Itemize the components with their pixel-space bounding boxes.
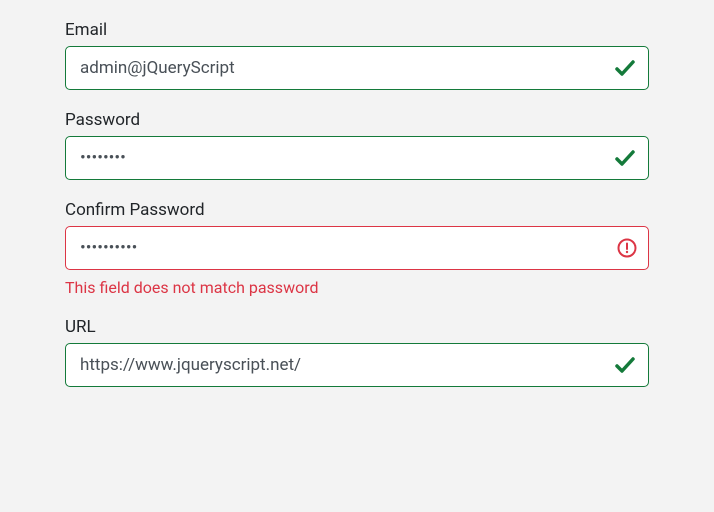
email-field-group: Email — [65, 20, 649, 90]
url-input[interactable] — [65, 343, 649, 387]
password-input-wrapper — [65, 136, 649, 180]
url-field-group: URL — [65, 317, 649, 387]
email-input[interactable] — [65, 46, 649, 90]
password-input[interactable] — [65, 136, 649, 180]
password-field-group: Password — [65, 110, 649, 180]
error-icon — [617, 238, 637, 258]
checkmark-icon — [613, 353, 637, 377]
confirm-password-label: Confirm Password — [65, 200, 649, 220]
confirm-password-input[interactable] — [65, 226, 649, 270]
confirm-password-error: This field does not match password — [65, 278, 649, 297]
confirm-password-input-wrapper — [65, 226, 649, 270]
email-input-wrapper — [65, 46, 649, 90]
url-input-wrapper — [65, 343, 649, 387]
password-label: Password — [65, 110, 649, 130]
url-label: URL — [65, 317, 649, 337]
confirm-password-field-group: Confirm Password This field does not mat… — [65, 200, 649, 297]
checkmark-icon — [613, 146, 637, 170]
checkmark-icon — [613, 56, 637, 80]
email-label: Email — [65, 20, 649, 40]
